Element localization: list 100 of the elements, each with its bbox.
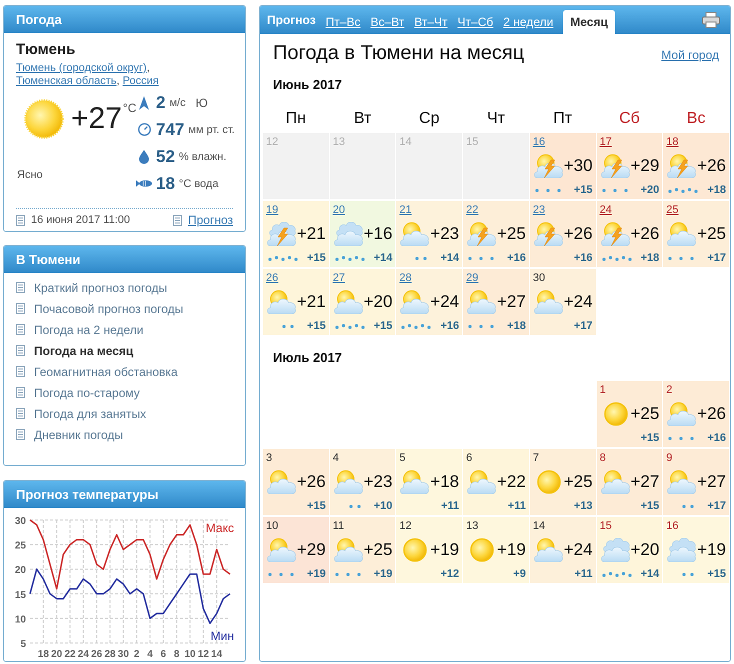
my-city-link[interactable]: Мой город bbox=[661, 48, 719, 62]
panel-header: Прогноз температуры bbox=[4, 481, 245, 508]
day-temperature: +30 bbox=[564, 156, 593, 176]
date-link[interactable]: 18 bbox=[666, 136, 679, 149]
date-link[interactable]: 28 bbox=[399, 272, 412, 285]
document-icon bbox=[16, 345, 25, 356]
date-link[interactable]: 24 bbox=[600, 204, 612, 217]
nav-link[interactable]: Погода по-старому bbox=[34, 386, 140, 400]
location-link[interactable]: Россия bbox=[122, 75, 159, 87]
night-temperature: +15 bbox=[374, 320, 392, 332]
nav-link[interactable]: Почасовой прогноз погоды bbox=[34, 302, 184, 316]
tabs-label: Прогноз bbox=[267, 13, 316, 27]
month-heading: Июнь 2017 bbox=[273, 77, 342, 92]
date-label: 12 bbox=[266, 136, 278, 149]
night-temperature: +16 bbox=[507, 252, 526, 264]
date-link[interactable]: 19 bbox=[266, 204, 278, 217]
x-tick-label: 8 bbox=[174, 649, 180, 660]
day-temperature: +24 bbox=[564, 540, 593, 560]
temperature-unit: °C bbox=[122, 101, 136, 115]
month-heading: Июль 2017 bbox=[273, 350, 342, 365]
series-label: Макс bbox=[206, 521, 234, 535]
date-link[interactable]: 29 bbox=[466, 272, 478, 285]
nav-link[interactable]: Краткий прогноз погоды bbox=[34, 280, 168, 294]
day-temperature: +25 bbox=[364, 540, 392, 560]
date-label: 14 bbox=[532, 520, 546, 533]
date-label: 3 bbox=[266, 452, 272, 465]
night-temperature: +15 bbox=[640, 500, 660, 512]
nav-link[interactable]: Погода для занятых bbox=[34, 406, 146, 420]
night-temperature: +13 bbox=[574, 500, 593, 512]
nav-link[interactable]: Дневник погоды bbox=[34, 428, 124, 442]
date-link[interactable]: 20 bbox=[332, 204, 345, 217]
night-temperature: +20 bbox=[640, 184, 660, 196]
date-label: 5 bbox=[399, 452, 406, 465]
forecast-link[interactable]: Прогноз bbox=[188, 213, 233, 227]
temperature-value: +27 bbox=[71, 102, 122, 136]
day-temperature: +21 bbox=[296, 224, 326, 244]
period-tab[interactable]: Вс–Вт bbox=[370, 10, 404, 34]
y-tick-label: 30 bbox=[14, 516, 26, 527]
date-link[interactable]: 22 bbox=[466, 204, 478, 217]
date-label: 10 bbox=[266, 520, 278, 533]
night-temperature: +16 bbox=[707, 432, 726, 444]
period-tab[interactable]: Чт–Сб bbox=[458, 10, 494, 34]
day-temperature: +25 bbox=[697, 224, 726, 244]
location-link[interactable]: Тюмень (городской округ) bbox=[16, 62, 147, 74]
nav-link[interactable]: Погода на 2 недели bbox=[34, 322, 144, 336]
period-tab[interactable]: Пт–Вс bbox=[326, 10, 360, 34]
date-link[interactable]: 25 bbox=[666, 204, 679, 217]
date-link[interactable]: 27 bbox=[332, 272, 345, 285]
date-label: 13 bbox=[332, 136, 345, 149]
x-tick-label: 10 bbox=[184, 649, 196, 660]
date-link[interactable]: 21 bbox=[399, 204, 412, 217]
date-label: 2 bbox=[666, 384, 672, 397]
day-temperature: +19 bbox=[497, 540, 526, 560]
date-label: 9 bbox=[666, 452, 672, 465]
day-temperature: +29 bbox=[630, 156, 660, 176]
night-temperature: +10 bbox=[374, 500, 392, 512]
date-link[interactable]: 23 bbox=[532, 204, 546, 217]
date-link[interactable]: 17 bbox=[600, 136, 612, 149]
date-link[interactable]: 26 bbox=[266, 272, 278, 285]
date-label: 6 bbox=[466, 452, 472, 465]
night-temperature: +11 bbox=[574, 568, 593, 580]
wind-direction: Ю bbox=[196, 96, 208, 110]
nav-link[interactable]: Погода на месяц bbox=[34, 344, 134, 358]
nav-link[interactable]: Геомагнитная обстановка bbox=[34, 364, 178, 378]
weekday-header: Чт bbox=[486, 109, 506, 129]
weekday-header: Пн bbox=[284, 109, 308, 129]
location-link[interactable]: Тюменская область bbox=[16, 75, 117, 87]
day-temperature: +23 bbox=[430, 224, 460, 244]
day-temperature: +24 bbox=[430, 292, 460, 312]
day-temperature: +25 bbox=[497, 224, 526, 244]
day-temperature: +23 bbox=[364, 472, 392, 492]
date-label: 7 bbox=[532, 452, 539, 465]
day-temperature: +24 bbox=[564, 292, 593, 312]
day-temperature: +19 bbox=[697, 540, 726, 560]
day-temperature: +26 bbox=[564, 224, 593, 244]
day-temperature: +27 bbox=[630, 472, 660, 492]
date-label: 30 bbox=[532, 272, 546, 285]
day-temperature: +22 bbox=[497, 472, 526, 492]
weekday-header: Вт bbox=[352, 109, 372, 129]
night-temperature: +19 bbox=[307, 568, 326, 580]
night-temperature: +17 bbox=[707, 500, 726, 512]
day-temperature: +16 bbox=[364, 224, 392, 244]
period-tab[interactable]: Вт–Чт bbox=[414, 10, 448, 34]
y-tick-label: 5 bbox=[20, 639, 26, 650]
date-link[interactable]: 16 bbox=[532, 136, 546, 149]
x-tick-label: 18 bbox=[38, 649, 49, 660]
date-label: 11 bbox=[332, 520, 344, 533]
printer-icon[interactable] bbox=[702, 12, 720, 28]
period-tab[interactable]: 2 недели bbox=[503, 10, 554, 34]
day-temperature: +26 bbox=[697, 404, 726, 424]
period-tab[interactable]: Месяц bbox=[563, 10, 615, 34]
day-temperature: +18 bbox=[430, 472, 460, 492]
night-temperature: +18 bbox=[707, 184, 726, 196]
x-tick-label: 6 bbox=[160, 649, 166, 660]
day-temperature: +20 bbox=[630, 540, 660, 560]
document-icon bbox=[16, 324, 25, 335]
stat-value: 2 bbox=[156, 92, 166, 112]
date-label: 14 bbox=[399, 136, 412, 149]
x-tick-label: 14 bbox=[211, 649, 222, 660]
date-label: 13 bbox=[466, 520, 478, 533]
